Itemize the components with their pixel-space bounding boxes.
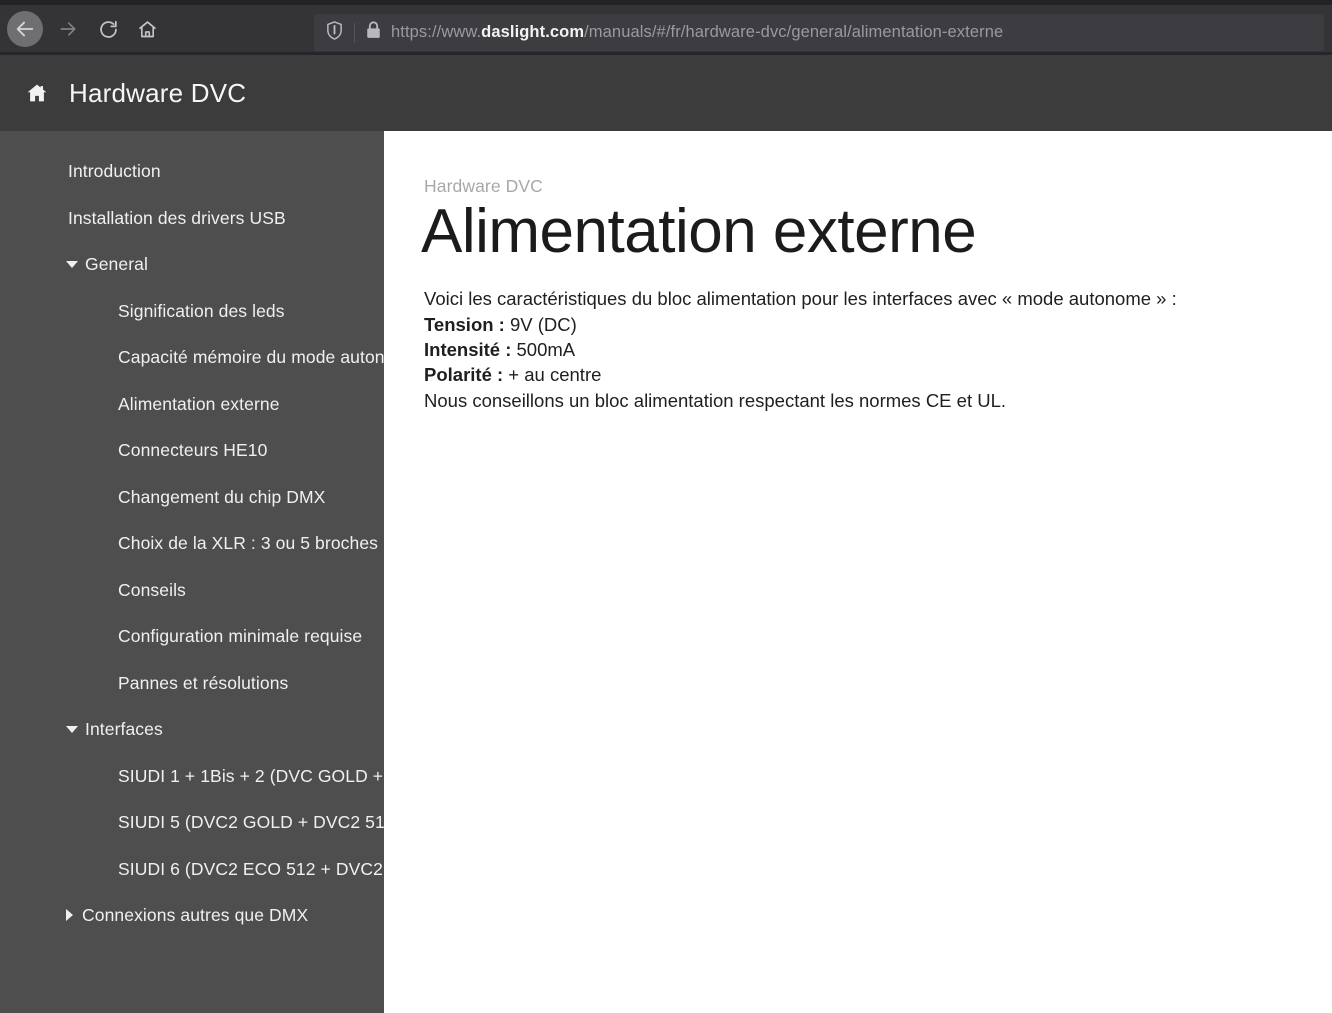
chevron-right-icon[interactable]	[66, 909, 73, 922]
sidebar-item[interactable]: Alimentation externe	[0, 381, 384, 428]
content-line-label: Intensité :	[424, 338, 512, 360]
content-line-text: Nous conseillons un bloc alimentation re…	[424, 389, 1007, 411]
sidebar-item[interactable]: Connexions autres que DMX	[0, 892, 384, 939]
forward-button[interactable]	[50, 11, 86, 47]
url-path: /manuals/#/fr/hardware-dvc/general/alime…	[584, 23, 1004, 41]
content-line: Tension : 9V (DC)	[424, 312, 1332, 337]
content-line: Intensité : 500mA	[424, 337, 1332, 362]
home-icon	[137, 19, 158, 40]
reload-icon	[98, 19, 119, 40]
sidebar-item-label: Pannes et résolutions	[118, 672, 289, 693]
sidebar-item-label: Capacité mémoire du mode autonome	[118, 347, 384, 367]
sidebar-item[interactable]: General	[0, 241, 384, 288]
page-title: Hardware DVC	[69, 77, 247, 108]
browser-toolbar: https://www.daslight.com/manuals/#/fr/ha…	[0, 5, 1332, 52]
reload-button[interactable]	[90, 11, 126, 47]
sidebar-item-label: General	[85, 254, 148, 274]
content-line-label: Polarité :	[424, 364, 504, 386]
sidebar-item[interactable]: Connecteurs HE10	[0, 427, 384, 474]
sidebar-item[interactable]: Signification des leds	[0, 288, 384, 335]
tracking-protection-button[interactable]	[314, 20, 354, 46]
sidebar-item-label: Configuration minimale requise	[118, 626, 363, 646]
breadcrumb: Hardware DVC	[424, 176, 543, 196]
sidebar-item[interactable]: Configuration minimale requise	[0, 613, 384, 660]
content-body: Voici les caractéristiques du bloc alime…	[424, 286, 1332, 413]
sidebar-navigation[interactable]: Introduction Installation des drivers USB…	[0, 131, 384, 1013]
chevron-down-icon[interactable]	[66, 260, 78, 268]
sidebar-item[interactable]: SIUDI 1 + 1Bis + 2 (DVC GOLD + DVC 512)	[0, 753, 384, 800]
chevron-down-icon[interactable]	[66, 725, 78, 733]
sidebar-item-label: SIUDI 5 (DVC2 GOLD + DVC2 512)	[118, 812, 384, 832]
sidebar-item[interactable]: Interfaces	[0, 706, 384, 753]
main-content: Hardware DVC Alimentation externe Voici …	[384, 131, 1332, 1013]
sidebar-item-label: Alimentation externe	[118, 393, 280, 414]
sidebar-item[interactable]: Conseils	[0, 567, 384, 614]
content-title: Alimentation externe	[421, 197, 977, 266]
sidebar-item-label: Connexions autres que DMX	[82, 905, 309, 925]
sidebar-item[interactable]: Pannes et résolutions	[0, 660, 384, 707]
browser-chrome: https://www.daslight.com/manuals/#/fr/ha…	[0, 0, 1332, 55]
url-host: daslight.com	[481, 23, 585, 41]
shield-icon	[325, 20, 344, 46]
content-line-label: Tension :	[424, 313, 505, 335]
sidebar-item[interactable]: SIUDI 5 (DVC2 GOLD + DVC2 512)	[0, 799, 384, 846]
url-scheme: https://www.	[391, 23, 482, 41]
sidebar-item[interactable]: Changement du chip DMX	[0, 474, 384, 521]
sidebar-item-label: Interfaces	[85, 719, 163, 739]
padlock-icon	[365, 20, 382, 45]
arrow-right-icon	[58, 19, 78, 39]
sidebar-item-label: Signification des leds	[118, 300, 285, 321]
sidebar-item-label: Connecteurs HE10	[118, 440, 268, 460]
sidebar-item-label: Introduction	[68, 161, 161, 181]
sidebar-item-label: SIUDI 1 + 1Bis + 2 (DVC GOLD + DVC 512)	[118, 765, 384, 786]
url-text: https://www.daslight.com/manuals/#/fr/ha…	[391, 23, 1324, 42]
sidebar-item-label: Conseils	[118, 579, 186, 600]
sidebar-item[interactable]: Choix de la XLR : 3 ou 5 broches	[0, 520, 384, 567]
home-button[interactable]	[129, 11, 165, 47]
sidebar-item-label: Installation des drivers USB	[68, 207, 286, 228]
address-bar[interactable]: https://www.daslight.com/manuals/#/fr/ha…	[314, 14, 1324, 51]
content-line-text: 9V (DC)	[504, 313, 577, 335]
sidebar-item[interactable]: Installation des drivers USB	[0, 195, 384, 242]
content-line-text: + au centre	[503, 364, 602, 386]
sidebar-item[interactable]: SIUDI 6 (DVC2 ECO 512 + DVC2 512)	[0, 846, 384, 893]
site-identity-button[interactable]	[355, 20, 391, 45]
content-line-text: 500mA	[511, 338, 576, 360]
sidebar-item-label: SIUDI 6 (DVC2 ECO 512 + DVC2 512)	[118, 858, 384, 879]
sidebar-item[interactable]: Capacité mémoire du mode autonome	[0, 334, 384, 381]
sidebar-item-label: Choix de la XLR : 3 ou 5 broches	[118, 533, 379, 553]
arrow-left-icon	[14, 18, 36, 40]
back-button[interactable]	[7, 11, 43, 47]
sidebar-item[interactable]: Introduction	[0, 148, 384, 195]
site-header: Hardware DVC	[0, 55, 1332, 131]
home-icon[interactable]	[26, 82, 48, 104]
content-line: Nous conseillons un bloc alimentation re…	[424, 388, 1332, 413]
sidebar-item-label: Changement du chip DMX	[118, 486, 326, 507]
content-line-text: Voici les caractéristiques du bloc alime…	[424, 288, 1177, 310]
content-line: Voici les caractéristiques du bloc alime…	[424, 286, 1332, 311]
content-line: Polarité : + au centre	[424, 362, 1332, 387]
